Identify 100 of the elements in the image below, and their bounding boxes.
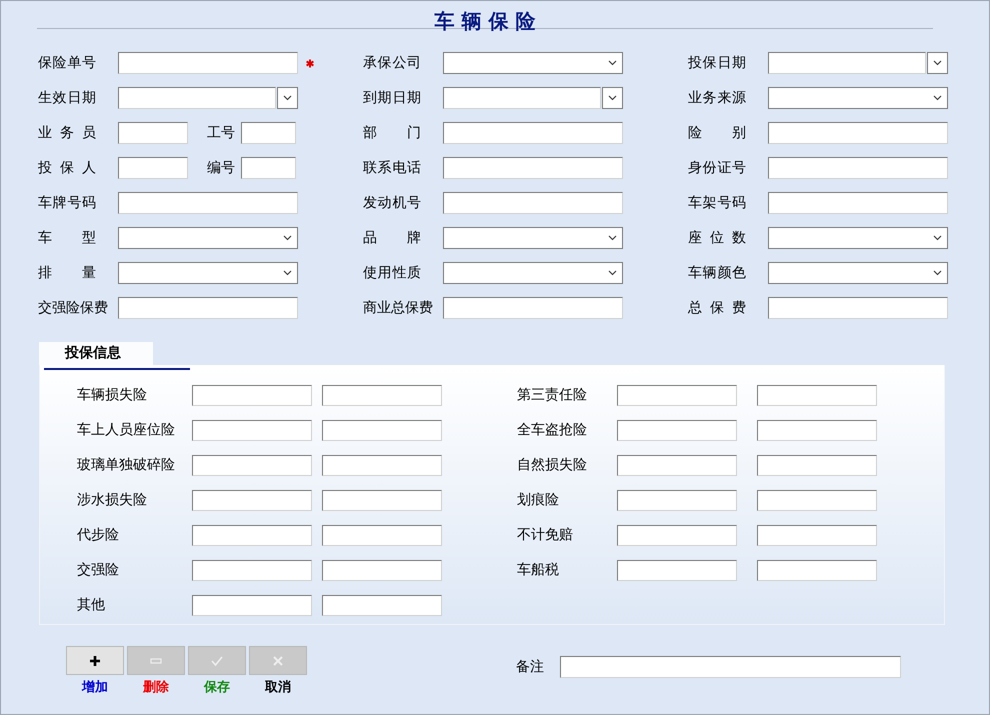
text-field[interactable] [192,420,312,441]
field-label: 保险单号 [38,54,96,73]
dropdown-field[interactable] [443,52,623,74]
coverage-label: 代步险 [77,526,120,545]
dropdown-field[interactable] [768,87,948,109]
field-label: 险 别 [688,124,746,143]
field-label: 联系电话 [363,159,421,178]
caret-icon [283,235,292,241]
field-label: 投保日期 [688,54,746,73]
caret-icon [608,60,617,66]
text-field[interactable] [757,420,877,441]
text-field[interactable] [560,656,901,678]
text-field[interactable] [118,157,188,179]
text-field[interactable] [118,297,298,319]
coverage-label: 划痕险 [517,491,560,510]
field-label: 使用性质 [363,264,421,283]
coverage-label: 交强险 [77,561,120,580]
text-field[interactable] [757,385,877,406]
text-field[interactable] [322,385,442,406]
text-field[interactable] [322,525,442,546]
caret-icon [608,270,617,276]
form-title: 车 辆 保 险 [434,8,536,34]
dropdown-field[interactable] [118,227,298,249]
text-field[interactable] [322,560,442,581]
text-field[interactable] [241,122,296,144]
text-field[interactable] [192,455,312,476]
text-field[interactable] [443,122,623,144]
coverage-label: 车上人员座位险 [77,421,176,440]
dropdown-field[interactable] [768,227,948,249]
plus-icon [89,654,101,666]
caret-icon [933,60,942,66]
text-field[interactable] [118,122,188,144]
text-field[interactable] [768,192,948,214]
text-field[interactable] [768,297,948,319]
text-field[interactable] [322,455,442,476]
text-field[interactable] [757,525,877,546]
text-field[interactable] [443,192,623,214]
field-label: 工号 [207,124,235,142]
text-field[interactable] [322,595,442,616]
field-label: 排 量 [38,264,96,283]
dropdown-field[interactable] [118,262,298,284]
text-field[interactable] [443,297,623,319]
text-field[interactable] [192,560,312,581]
coverage-label: 第三责任险 [517,386,588,405]
caret-icon [608,95,617,101]
dropdown-field[interactable] [443,227,623,249]
text-field[interactable] [757,560,877,581]
text-field[interactable] [617,560,737,581]
coverage-label: 车辆损失险 [77,386,148,405]
text-field[interactable] [192,490,312,511]
text-field[interactable] [192,595,312,616]
text-field[interactable] [617,490,737,511]
date-dropdown-button[interactable] [927,52,948,74]
caret-icon [608,235,617,241]
remark-label: 备注 [516,658,544,676]
text-field[interactable] [192,385,312,406]
text-field[interactable] [322,420,442,441]
text-field[interactable] [757,490,877,511]
text-field[interactable] [768,122,948,144]
field-label: 发动机号 [363,194,421,213]
text-field[interactable] [322,490,442,511]
dropdown-field[interactable] [443,262,623,284]
text-field[interactable] [118,192,298,214]
text-field[interactable] [241,157,296,179]
date-dropdown-button[interactable] [602,87,623,109]
coverage-label: 自然损失险 [517,456,588,475]
text-field[interactable] [443,157,623,179]
dropdown-field[interactable] [768,262,948,284]
field-label: 业务来源 [688,89,746,108]
field-label: 车辆颜色 [688,264,746,283]
text-field[interactable] [118,87,276,109]
button-caption[interactable]: 增加 [82,679,108,697]
coverage-label: 其他 [77,596,106,615]
field-label: 车架号码 [688,194,746,213]
coverage-label: 涉水损失险 [77,491,148,510]
field-label: 到期日期 [363,89,421,108]
text-field[interactable] [768,157,948,179]
text-field[interactable] [617,420,737,441]
check-icon [211,654,223,666]
tab[interactable]: 投保信息 [39,342,153,365]
text-field[interactable] [443,87,601,109]
add-button[interactable] [66,646,124,675]
text-field[interactable] [617,455,737,476]
coverage-label: 玻璃单独破碎险 [77,456,176,475]
field-label: 投 保 人 [38,159,96,178]
date-dropdown-button[interactable] [277,87,298,109]
text-field[interactable] [192,525,312,546]
text-field[interactable] [118,52,298,74]
caret-icon [933,95,942,101]
field-label: 部 门 [363,124,421,143]
caret-icon [933,235,942,241]
text-field[interactable] [757,455,877,476]
field-label: 身份证号 [688,159,746,178]
text-field[interactable] [617,525,737,546]
field-label: 总 保 费 [688,299,746,318]
field-label: 座 位 数 [688,229,746,248]
field-label: 交强险保费 [38,299,108,318]
field-label: 品 牌 [363,229,421,248]
text-field[interactable] [617,385,737,406]
text-field[interactable] [768,52,926,74]
